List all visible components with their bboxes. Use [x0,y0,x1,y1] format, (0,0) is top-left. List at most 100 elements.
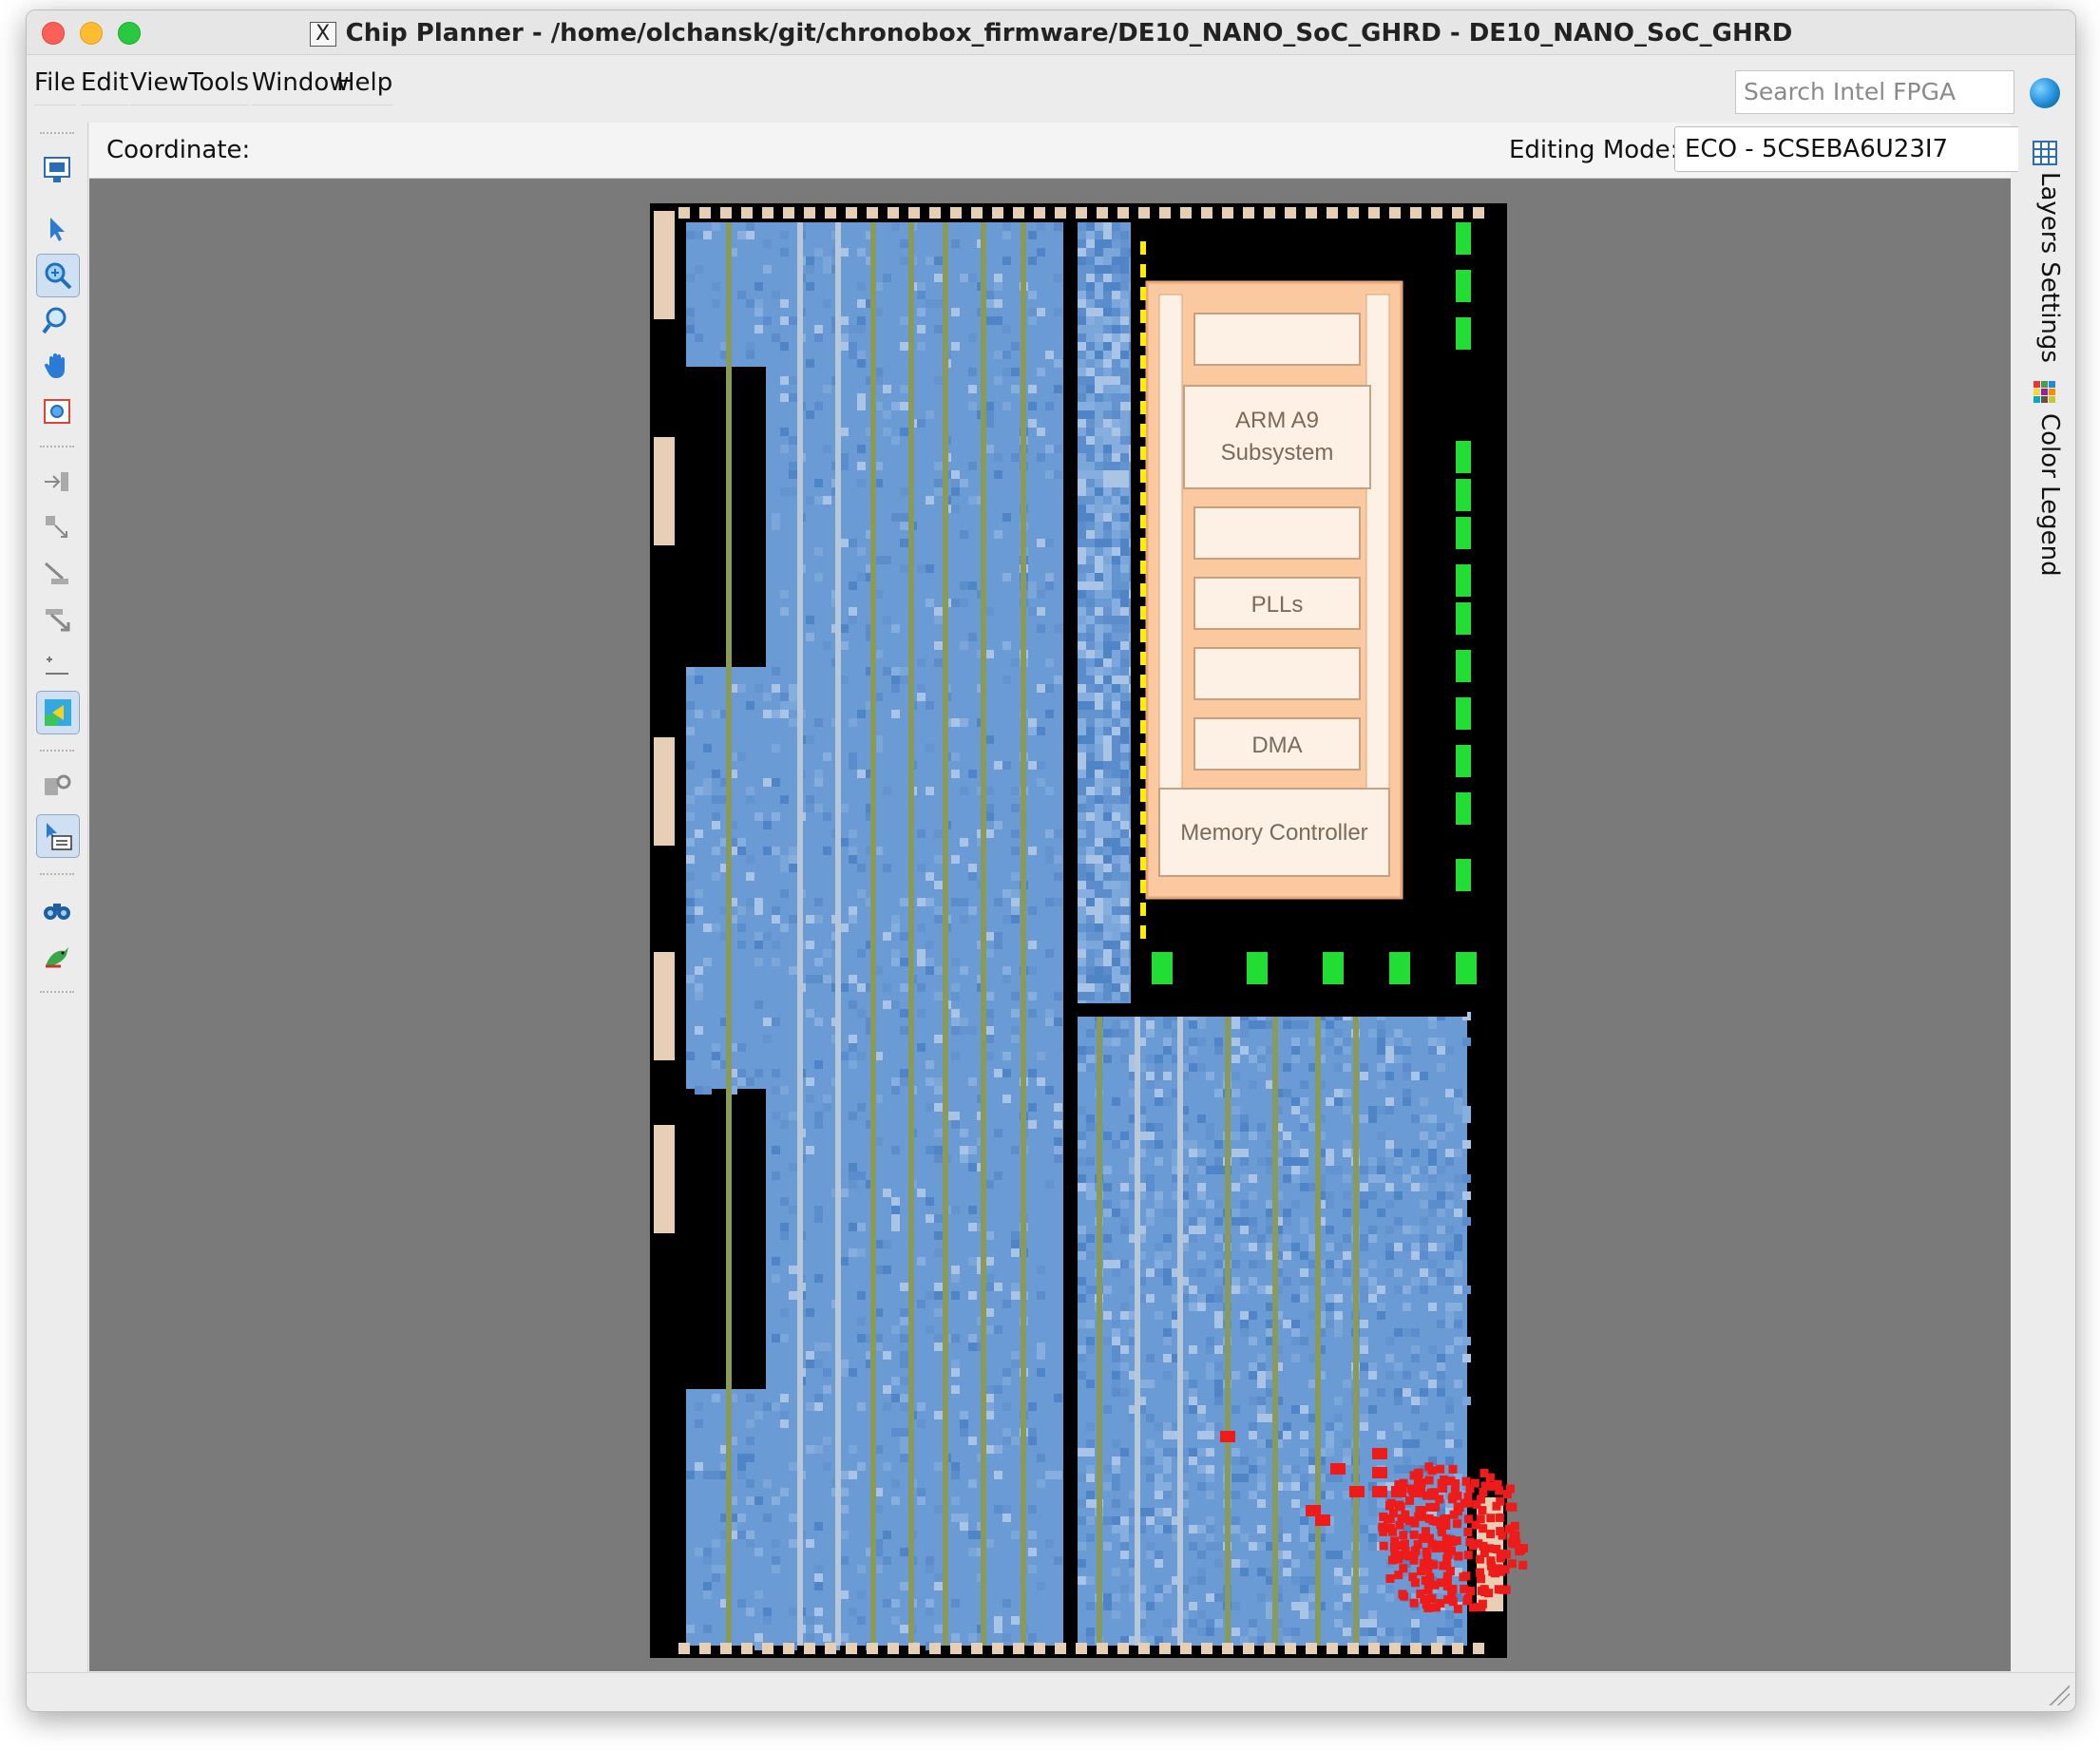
fabric-cell [686,975,695,983]
menu-help[interactable]: Help [336,68,393,105]
fabric-cell [1326,1200,1334,1209]
io-bank [846,207,857,219]
hps-arm-box[interactable] [1183,385,1371,489]
fabric-cell [1078,308,1086,316]
fabric-cell [968,462,977,470]
chip-planner-button[interactable] [36,149,78,191]
fabric-cell [1078,351,1086,359]
fabric-cell [1078,975,1086,983]
fabric-cell [1462,1337,1471,1345]
fabric-cell [1103,881,1112,889]
fabric-cell [1054,624,1062,633]
fabric-cell [780,299,789,308]
fabric-cell [1155,1260,1163,1268]
fabric-cell [1045,710,1054,718]
fabric-cell [1189,1020,1197,1029]
menu-edit[interactable]: Edit [81,68,129,105]
fabric-cell [1078,992,1086,1000]
fan-out-button[interactable] [36,506,78,548]
fabric-cell [1163,1234,1172,1243]
fabric-cell [968,1223,977,1231]
fabric-cell [1189,1542,1197,1551]
fabric-cell [806,616,814,624]
chip-canvas[interactable]: ARM A9 Subsystem PLLs DMA Memory Control… [89,179,2011,1671]
immediate-fan-out-button[interactable] [36,598,78,639]
fabric-cell [1437,1063,1445,1072]
placed-logic-cell [1453,1502,1462,1512]
menu-view[interactable]: View [130,68,189,105]
resize-grip-icon[interactable] [2047,1683,2070,1705]
fabric-cell [900,402,908,410]
placed-logic-cell [1504,1524,1514,1533]
fabric-cell [1086,924,1095,932]
menu-window[interactable]: Window [252,68,350,105]
fabric-cell [1103,564,1112,573]
distance-button[interactable] [36,643,78,685]
fabric-cell [703,924,712,932]
find-button[interactable] [36,888,78,930]
tab-layers-settings[interactable]: Layers Settings [2026,172,2064,363]
placed-logic-cell [1435,1495,1444,1504]
fabric-cell [1300,1602,1308,1610]
fabric-cell [1103,231,1112,239]
editing-mode-select[interactable]: ECO - 5CSEBA6U23I7 [1674,126,2054,172]
hps-side-bar [1365,294,1390,790]
fabric-cell [1428,1114,1437,1123]
menu-file[interactable]: File [34,68,76,105]
bird-view-button[interactable] [36,936,78,978]
pan-button[interactable] [36,345,78,387]
window-title: Chip Planner - /home/olchansk/git/chrono… [345,19,1793,48]
fabric-cell [1445,1397,1454,1405]
fabric-cell [1028,1120,1037,1129]
fabric-cell [900,513,908,522]
fabric-cell [806,1360,814,1368]
fabric-cell [840,624,849,633]
fabric-cell [1095,693,1103,701]
fabric-cell [1343,1149,1351,1157]
fabric-cell [891,1479,900,1488]
fan-in-button[interactable] [36,461,78,503]
select-tool-button[interactable] [36,208,78,250]
fabric-cell [1214,1593,1223,1602]
globe-icon[interactable] [2030,78,2060,108]
fabric-cell [1112,1525,1120,1533]
menu-tools[interactable]: Tools [188,68,250,105]
fabric-cell [917,684,926,693]
fabric-cell [1206,1072,1214,1080]
properties-button[interactable] [36,814,80,858]
immediate-fan-in-button[interactable] [36,552,78,594]
fabric-cell [1028,316,1037,325]
fabric-cell [883,1351,891,1360]
fabric-cell [1462,1114,1471,1123]
fabric-cell [746,795,754,804]
hps-unit-box[interactable] [1193,313,1361,366]
tab-color-legend[interactable]: Color Legend [2026,413,2064,577]
fabric-cell [857,1590,866,1599]
fabric-cell [1112,1439,1120,1448]
hps-unit-box[interactable] [1193,506,1361,560]
toolbar-separator [40,132,74,135]
hps-unit-box[interactable] [1193,647,1361,700]
fabric-cell [985,607,994,616]
color-map-button[interactable] [36,691,80,734]
placed-logic-cell [1349,1486,1365,1497]
search-input[interactable]: Search Intel FPGA [1735,70,2014,114]
fabric-cell [1249,1628,1257,1636]
io-pin [1389,952,1410,984]
zoom-in-button[interactable] [36,254,80,297]
fabric-cell [686,1471,695,1479]
fabric-cell [1411,1226,1420,1234]
placed-logic-cell [1486,1514,1496,1523]
io-bank [1347,1643,1359,1654]
fabric-cell [994,941,1002,949]
fabric-cell [1011,1283,1020,1291]
fabric-cell [1086,316,1095,325]
zoom-region-button[interactable] [36,299,78,341]
fabric-cell [1078,1046,1086,1055]
fabric-cell [1078,1132,1086,1140]
fabric-cell [1445,1046,1454,1055]
fabric-cell [772,684,780,693]
locate-button[interactable] [36,765,78,807]
fit-window-button[interactable] [36,390,78,432]
fabric-cell [994,1283,1002,1291]
